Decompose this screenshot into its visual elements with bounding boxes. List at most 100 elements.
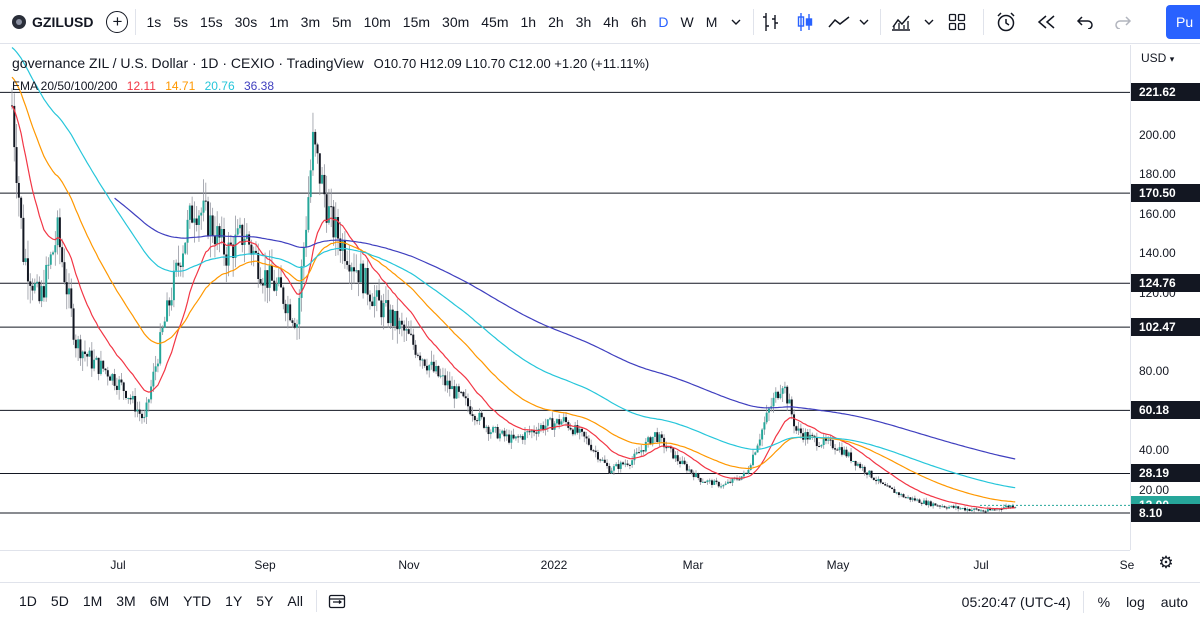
- redo-button[interactable]: [1104, 0, 1142, 44]
- candle-body: [653, 432, 656, 437]
- interval-15m[interactable]: 15m: [397, 0, 436, 44]
- candle-body: [492, 427, 495, 433]
- interval-5s[interactable]: 5s: [167, 0, 194, 44]
- range-1m[interactable]: 1M: [76, 583, 109, 619]
- candle-body: [854, 460, 857, 466]
- undo-button[interactable]: [1066, 0, 1104, 44]
- candle-body: [138, 409, 141, 414]
- candle-body: [761, 429, 764, 440]
- candle-body: [47, 264, 50, 266]
- range-5y[interactable]: 5Y: [249, 583, 280, 619]
- candle-body: [161, 327, 164, 333]
- candle-body: [389, 309, 392, 324]
- candle-body: [482, 417, 485, 428]
- candle-body: [293, 322, 296, 328]
- range-5d[interactable]: 5D: [44, 583, 76, 619]
- interval-45m[interactable]: 45m: [475, 0, 514, 44]
- alert-button[interactable]: [984, 0, 1028, 44]
- interval-2h[interactable]: 2h: [542, 0, 570, 44]
- candle-body: [102, 360, 105, 369]
- compare-button[interactable]: +: [99, 0, 135, 44]
- candle-body: [104, 368, 107, 371]
- publish-button[interactable]: Pu: [1166, 5, 1200, 39]
- price-axis[interactable]: USD ▾ 200.00180.00160.00140.00120.00100.…: [1130, 45, 1200, 550]
- level-price-tag: 28.19: [1131, 464, 1200, 483]
- candle-body: [111, 374, 114, 381]
- chart-pane[interactable]: governance ZIL / U.S. Dollar · 1D · CEXI…: [0, 45, 1130, 550]
- interval-1s[interactable]: 1s: [140, 0, 167, 44]
- candle-body: [26, 258, 29, 282]
- gear-icon[interactable]: ⚙: [1155, 553, 1177, 575]
- range-3m[interactable]: 3M: [109, 583, 142, 619]
- candle-body: [843, 449, 846, 455]
- candle-body: [870, 470, 873, 478]
- range-ytd[interactable]: YTD: [176, 583, 218, 619]
- candle-body: [120, 379, 123, 383]
- interval-15s[interactable]: 15s: [194, 0, 229, 44]
- interval-3h[interactable]: 3h: [570, 0, 598, 44]
- indicators-button[interactable]: [881, 0, 921, 44]
- candle-type-button[interactable]: [788, 0, 822, 44]
- replay-button[interactable]: [1028, 0, 1066, 44]
- interval-4h[interactable]: 4h: [597, 0, 625, 44]
- interval-30s[interactable]: 30s: [229, 0, 264, 44]
- indicators-dropdown[interactable]: [921, 0, 937, 44]
- log-toggle[interactable]: log: [1118, 594, 1153, 610]
- candle-body: [911, 498, 914, 500]
- candle-body: [674, 455, 677, 459]
- candle-body: [163, 321, 166, 328]
- candle-body: [617, 464, 620, 469]
- candle-body: [414, 344, 417, 355]
- chevron-down-icon: [859, 19, 869, 25]
- candle-body: [154, 366, 157, 372]
- interval-W[interactable]: W: [675, 0, 700, 44]
- candle-body: [749, 465, 752, 470]
- candle-body: [927, 501, 930, 506]
- interval-1m[interactable]: 1m: [263, 0, 294, 44]
- line-type-button[interactable]: [822, 0, 856, 44]
- layouts-button[interactable]: [937, 0, 977, 44]
- range-1y[interactable]: 1Y: [218, 583, 249, 619]
- interval-M[interactable]: M: [700, 0, 724, 44]
- candle-body: [264, 270, 267, 286]
- percent-toggle[interactable]: %: [1084, 594, 1118, 610]
- candle-body: [125, 390, 127, 398]
- alarm-clock-icon: [997, 11, 1015, 31]
- range-all[interactable]: All: [280, 583, 310, 619]
- auto-toggle[interactable]: auto: [1153, 594, 1200, 610]
- ema50-value: 14.71: [165, 79, 196, 93]
- interval-30m[interactable]: 30m: [436, 0, 475, 44]
- candle-body: [460, 391, 463, 393]
- candle-body: [296, 324, 298, 328]
- chart-type-dropdown[interactable]: [856, 0, 872, 44]
- candle-body: [400, 320, 403, 325]
- ema-legend[interactable]: EMA 20/50/100/200 12.11 14.71 20.76 36.3…: [12, 79, 280, 93]
- candle-body: [314, 131, 317, 145]
- candle-body: [419, 355, 422, 361]
- candle-body: [435, 366, 438, 372]
- level-price-tag: 60.18: [1131, 401, 1200, 420]
- clock-display[interactable]: 05:20:47 (UTC-4): [950, 594, 1083, 610]
- currency-selector[interactable]: USD ▾: [1141, 51, 1174, 65]
- range-1d[interactable]: 1D: [12, 583, 44, 619]
- candle-body: [907, 497, 910, 499]
- bar-type-button[interactable]: [754, 0, 788, 44]
- candle-body: [24, 258, 27, 262]
- symbol-search[interactable]: GZILUSD: [0, 0, 99, 44]
- candle-body: [966, 508, 969, 511]
- candle-body: [772, 397, 775, 407]
- candle-body: [526, 431, 529, 433]
- range-6m[interactable]: 6M: [143, 583, 176, 619]
- interval-3m[interactable]: 3m: [295, 0, 326, 44]
- interval-10m[interactable]: 10m: [358, 0, 397, 44]
- interval-1h[interactable]: 1h: [515, 0, 543, 44]
- candle-body: [188, 205, 191, 220]
- time-axis[interactable]: Jul Sep Nov 2022 Mar May Jul Se: [0, 550, 1134, 580]
- interval-D[interactable]: D: [652, 0, 674, 44]
- interval-5m[interactable]: 5m: [326, 0, 357, 44]
- interval-6h[interactable]: 6h: [625, 0, 653, 44]
- interval-dropdown-button[interactable]: [727, 0, 745, 44]
- price-chart[interactable]: [0, 45, 1130, 550]
- candle-body: [886, 485, 889, 487]
- date-range-button[interactable]: [317, 583, 357, 619]
